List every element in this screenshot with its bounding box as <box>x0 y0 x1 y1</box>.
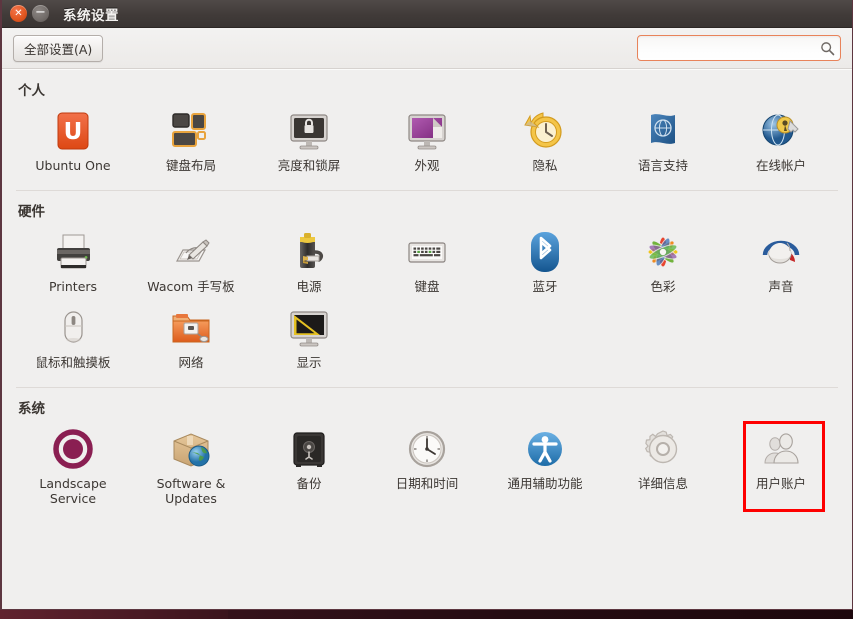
settings-item-label: 外观 <box>414 158 440 173</box>
settings-panels-container: 个人 U Ubuntu One 键盘布局 亮度和锁屏 外观 隐私 语言支持 在线… <box>2 69 852 609</box>
display-icon <box>285 304 333 352</box>
settings-item-label: 亮度和锁屏 <box>277 158 341 173</box>
brightness-lock-icon <box>285 107 333 155</box>
network-icon <box>167 304 215 352</box>
settings-item-display[interactable]: 显示 <box>250 301 368 377</box>
settings-item-accessibility[interactable]: 通用辅助功能 <box>486 422 604 507</box>
search-input[interactable] <box>638 40 814 56</box>
desktop-taskbar-strip <box>0 609 228 619</box>
all-settings-label: 全部设置(A) <box>24 41 93 57</box>
settings-item-label: Ubuntu One <box>35 158 111 173</box>
settings-item-keyboard[interactable]: 键盘 <box>368 225 486 301</box>
user-accounts-icon <box>757 425 805 473</box>
sound-icon <box>757 228 805 276</box>
ubuntu-one-icon: U <box>49 107 97 155</box>
settings-item-details[interactable]: 详细信息 <box>604 422 722 507</box>
settings-item-appearance[interactable]: 外观 <box>368 104 486 180</box>
settings-item-power[interactable]: 电源 <box>250 225 368 301</box>
settings-item-label: 声音 <box>768 279 794 294</box>
settings-item-label: 鼠标和触摸板 <box>35 355 111 370</box>
settings-item-label: Landscape Service <box>39 476 107 506</box>
settings-section: 硬件 Printers Wacom 手写板 电源 键盘 蓝牙 色彩 声音 鼠标和… <box>2 190 852 381</box>
settings-item-bluetooth[interactable]: 蓝牙 <box>486 225 604 301</box>
settings-item-label: 详细信息 <box>637 476 688 491</box>
search-box[interactable] <box>637 35 841 61</box>
settings-item-label: Printers <box>48 279 98 294</box>
language-support-icon <box>639 107 687 155</box>
settings-grid: U Ubuntu One 键盘布局 亮度和锁屏 外观 隐私 语言支持 在线帐户 <box>2 104 852 180</box>
minimize-glyph: − <box>35 4 46 20</box>
settings-item-label: 通用辅助功能 <box>507 476 583 491</box>
datetime-icon <box>403 425 451 473</box>
all-settings-button[interactable]: 全部设置(A) <box>13 34 104 62</box>
settings-item-label: 蓝牙 <box>532 279 558 294</box>
settings-item-label: 键盘 <box>414 279 440 294</box>
section-title: 系统 <box>18 401 45 417</box>
settings-item-datetime[interactable]: 日期和时间 <box>368 422 486 507</box>
settings-item-label: Wacom 手写板 <box>147 279 235 294</box>
close-glyph: ✕ <box>14 7 23 19</box>
settings-item-user-accounts[interactable]: 用户账户 <box>722 421 840 512</box>
settings-item-software-updates[interactable]: Software & Updates <box>132 422 250 507</box>
settings-item-brightness-lock[interactable]: 亮度和锁屏 <box>250 104 368 180</box>
system-settings-window: ✕ − 系统设置 全部设置(A) 个人 U Ubuntu One 键盘布局 亮度… <box>0 0 853 610</box>
software-updates-icon <box>167 425 215 473</box>
mouse-touchpad-icon <box>49 304 97 352</box>
section-title: 个人 <box>18 83 45 99</box>
privacy-icon <box>521 107 569 155</box>
settings-item-label: 用户账户 <box>755 476 806 491</box>
settings-item-label: 语言支持 <box>637 158 688 173</box>
toolbar: 全部设置(A) <box>2 28 852 69</box>
settings-item-label: 备份 <box>296 476 322 491</box>
settings-item-network[interactable]: 网络 <box>132 301 250 377</box>
section-title: 硬件 <box>18 204 45 220</box>
settings-item-label: 在线帐户 <box>755 158 806 173</box>
settings-item-label: 隐私 <box>532 158 558 173</box>
minimize-icon[interactable]: − <box>32 5 49 22</box>
online-accounts-icon <box>757 107 805 155</box>
settings-item-label: 键盘布局 <box>165 158 216 173</box>
settings-item-label: 色彩 <box>650 279 676 294</box>
settings-section: 系统 Landscape Service Software & Updates … <box>2 387 852 512</box>
keyboard-icon <box>403 228 451 276</box>
accessibility-icon <box>521 425 569 473</box>
settings-item-mouse-touchpad[interactable]: 鼠标和触摸板 <box>14 301 132 377</box>
color-icon <box>639 228 687 276</box>
settings-item-language-support[interactable]: 语言支持 <box>604 104 722 180</box>
wacom-tablet-icon <box>167 228 215 276</box>
settings-item-ubuntu-one[interactable]: U Ubuntu One <box>14 104 132 180</box>
settings-item-wacom-tablet[interactable]: Wacom 手写板 <box>132 225 250 301</box>
settings-item-label: 显示 <box>296 355 322 370</box>
close-icon[interactable]: ✕ <box>10 5 27 22</box>
settings-item-label: Software & Updates <box>156 476 226 506</box>
settings-grid: Landscape Service Software & Updates 备份 <box>2 421 852 512</box>
settings-item-backup[interactable]: 备份 <box>250 422 368 507</box>
settings-item-label: 日期和时间 <box>395 476 459 491</box>
settings-item-privacy[interactable]: 隐私 <box>486 104 604 180</box>
settings-item-label: 电源 <box>296 279 322 294</box>
settings-item-sound[interactable]: 声音 <box>722 225 840 301</box>
settings-grid: Printers Wacom 手写板 电源 键盘 蓝牙 色彩 声音 鼠标和触摸板… <box>2 225 852 377</box>
settings-item-online-accounts[interactable]: 在线帐户 <box>722 104 840 180</box>
svg-text:U: U <box>64 119 83 145</box>
details-icon <box>639 425 687 473</box>
window-titlebar: ✕ − 系统设置 <box>2 0 852 28</box>
settings-item-keyboard-layout[interactable]: 键盘布局 <box>132 104 250 180</box>
backup-icon <box>285 425 333 473</box>
appearance-icon <box>403 107 451 155</box>
power-icon <box>285 228 333 276</box>
settings-item-color[interactable]: 色彩 <box>604 225 722 301</box>
keyboard-layout-icon <box>167 107 215 155</box>
search-icon[interactable] <box>814 41 840 56</box>
landscape-service-icon <box>49 425 97 473</box>
settings-section: 个人 U Ubuntu One 键盘布局 亮度和锁屏 外观 隐私 语言支持 在线… <box>2 70 852 184</box>
settings-item-landscape-service[interactable]: Landscape Service <box>14 422 132 507</box>
settings-item-label: 网络 <box>178 355 204 370</box>
window-title: 系统设置 <box>63 7 119 24</box>
bluetooth-icon <box>521 228 569 276</box>
settings-item-printer[interactable]: Printers <box>14 225 132 301</box>
printer-icon <box>49 228 97 276</box>
